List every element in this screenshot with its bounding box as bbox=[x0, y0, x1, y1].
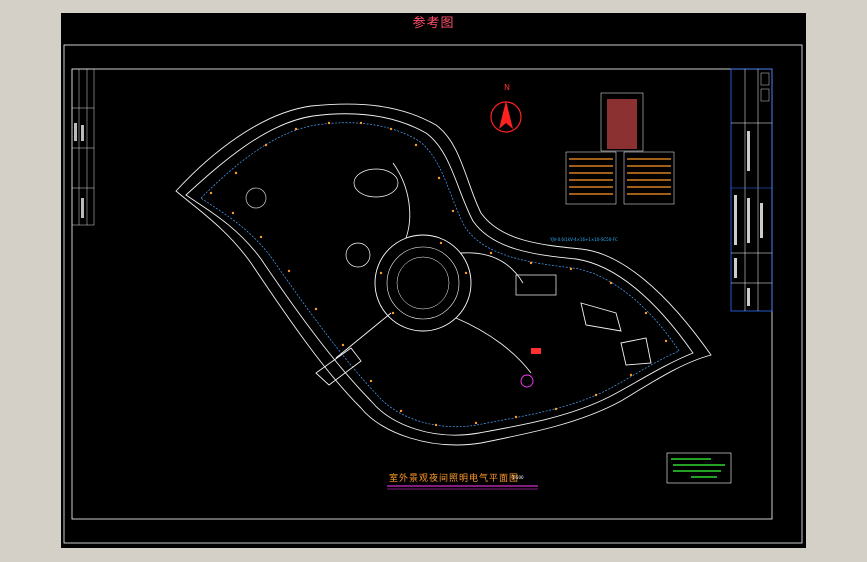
drawing-canvas bbox=[63, 44, 803, 544]
lamp-icon bbox=[209, 121, 668, 427]
legend-box bbox=[666, 452, 732, 484]
scale-note: 1:500 bbox=[512, 475, 524, 480]
left-binding-strip bbox=[71, 68, 95, 226]
cable-callout: YJV-0.6/1kV-4×16+1×10-SC50-FC bbox=[550, 237, 618, 242]
outer-frame bbox=[63, 44, 803, 544]
north-label: N bbox=[504, 83, 510, 92]
equipment-schedule bbox=[565, 92, 675, 205]
title-block bbox=[730, 68, 773, 312]
cad-drawing-sheet: 参考图 N YJV-0.6/1kV-4×16+1×10-SC50-FC 室外景观… bbox=[61, 13, 806, 548]
site-plan bbox=[175, 103, 712, 446]
drawing-title: 室外景观夜间照明电气平面图 bbox=[389, 474, 520, 484]
north-arrow-icon bbox=[490, 101, 522, 133]
inner-frame bbox=[71, 68, 773, 520]
